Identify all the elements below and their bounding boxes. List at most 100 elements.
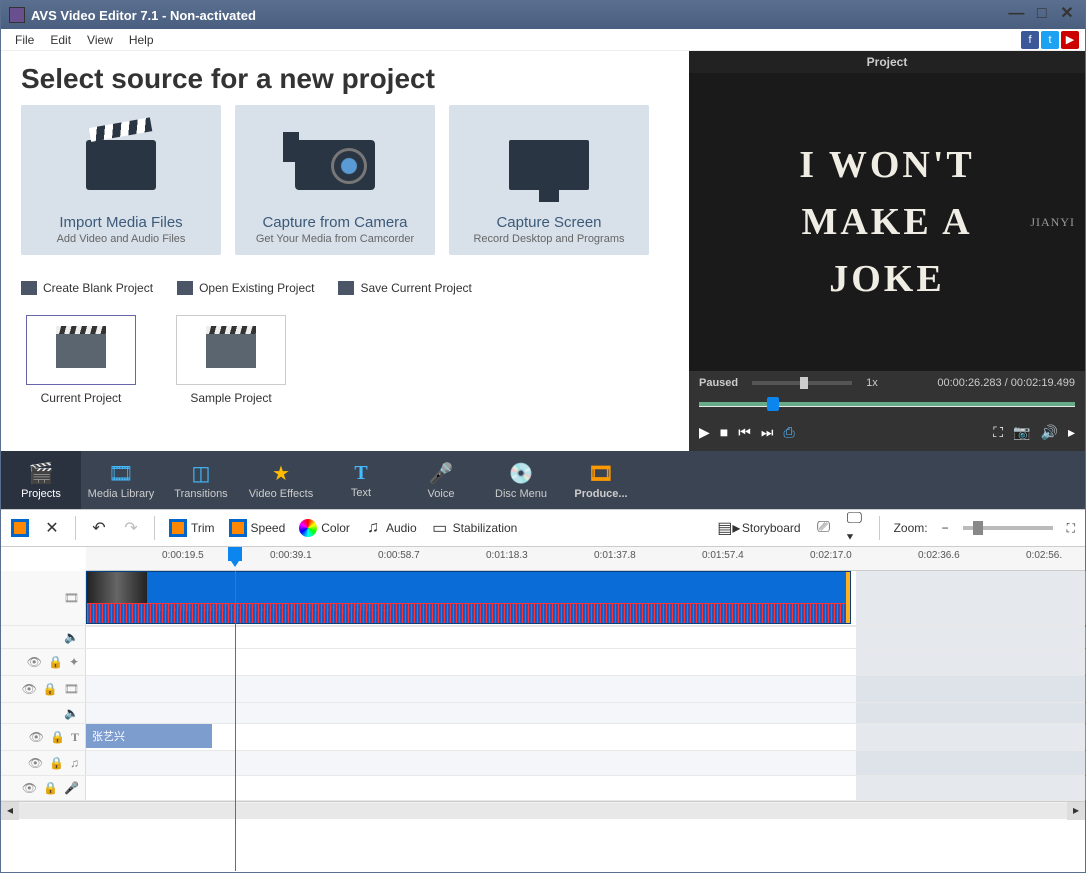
scrub-bar[interactable] bbox=[699, 402, 1075, 407]
play-button[interactable]: ▶ bbox=[699, 424, 710, 441]
youtube-icon[interactable]: ▶ bbox=[1061, 31, 1079, 49]
music-note-icon: ♫ bbox=[364, 519, 382, 537]
zoom-fit-button[interactable]: ⛶ bbox=[1067, 521, 1075, 536]
speaker-icon: 🔈 bbox=[64, 630, 79, 644]
ruler-tick: 0:00:39.1 bbox=[270, 550, 312, 561]
eye-icon[interactable]: 👁 bbox=[22, 781, 37, 795]
menu-view[interactable]: View bbox=[79, 31, 121, 49]
display-menu-button[interactable]: 🖵▾ bbox=[847, 519, 865, 537]
menubar: File Edit View Help f t ▶ bbox=[1, 29, 1085, 51]
snapshot-button[interactable]: 📷 bbox=[1013, 424, 1030, 441]
timeline: 0:00:19.5 0:00:39.1 0:00:58.7 0:01:18.3 … bbox=[1, 547, 1085, 819]
source-heading: Select source for a new project bbox=[21, 63, 669, 95]
close-button[interactable]: ✕ bbox=[1057, 6, 1077, 24]
card-capture-screen[interactable]: Capture Screen Record Desktop and Progra… bbox=[449, 105, 649, 255]
timeline-toolbar: ✕ ↶ ↷ Trim Speed Color ♫Audio ▭Stabiliza… bbox=[1, 509, 1085, 547]
eye-icon[interactable]: 👁 bbox=[28, 756, 43, 770]
maximize-button[interactable]: □ bbox=[1032, 6, 1052, 24]
clip-waveform bbox=[87, 603, 850, 623]
clip-thumbnail bbox=[87, 572, 147, 604]
source-panel: Select source for a new project Import M… bbox=[1, 51, 689, 451]
redo-button[interactable]: ↷ bbox=[122, 519, 140, 537]
audio-button[interactable]: ♫Audio bbox=[364, 519, 417, 537]
preview-watermark: JIANYI bbox=[1030, 213, 1075, 231]
playback-speed: 1x bbox=[866, 377, 878, 389]
menu-edit[interactable]: Edit bbox=[42, 31, 79, 49]
ruler-tick: 0:01:37.8 bbox=[594, 550, 636, 561]
tab-disc-menu[interactable]: 💿Disc Menu bbox=[481, 451, 561, 509]
delete-button[interactable]: ✕ bbox=[43, 519, 61, 537]
storyboard-button[interactable]: ▤▸Storyboard bbox=[720, 519, 801, 537]
lock-icon[interactable]: 🔒 bbox=[43, 682, 58, 696]
save-current-project[interactable]: Save Current Project bbox=[338, 281, 471, 295]
folder-icon bbox=[177, 281, 193, 295]
film-icon bbox=[11, 519, 29, 537]
tab-text[interactable]: TText bbox=[321, 451, 401, 509]
speed-button[interactable]: Speed bbox=[229, 519, 286, 537]
speaker-icon: 🔈 bbox=[64, 706, 79, 720]
playhead-handle[interactable] bbox=[228, 547, 242, 561]
prev-frame-button[interactable]: ⏮ bbox=[738, 424, 751, 441]
eye-icon[interactable]: 👁 bbox=[29, 730, 44, 744]
zoom-slider[interactable] bbox=[963, 526, 1053, 530]
horizontal-scrollbar[interactable]: ◂ ▸ bbox=[1, 801, 1085, 819]
video-clip[interactable]: fcCWIEkdlx07CFrP1wGk01041200KgvX0E010 bbox=[86, 571, 851, 624]
tab-projects[interactable]: 🎬Projects bbox=[1, 451, 81, 509]
tab-video-effects[interactable]: ★Video Effects bbox=[241, 451, 321, 509]
minimize-button[interactable]: — bbox=[1006, 6, 1026, 24]
thumb-sample-project[interactable]: Sample Project bbox=[171, 315, 291, 405]
menu-file[interactable]: File bbox=[7, 31, 42, 49]
preview-viewport[interactable]: I WON'T MAKE A JOKE JIANYI bbox=[689, 73, 1085, 371]
tab-transitions[interactable]: ◫Transitions bbox=[161, 451, 241, 509]
stabilization-icon: ▭ bbox=[431, 519, 449, 537]
card-subtitle: Add Video and Audio Files bbox=[57, 233, 186, 245]
eye-icon[interactable]: 👁 bbox=[22, 682, 37, 696]
overlay-track-icon: 🎞 bbox=[64, 682, 79, 696]
playback-status: Paused bbox=[699, 377, 738, 389]
text-clip[interactable]: 张艺兴 bbox=[86, 724, 212, 748]
stop-button[interactable]: ■ bbox=[720, 424, 728, 440]
card-import-media[interactable]: Import Media Files Add Video and Audio F… bbox=[21, 105, 221, 255]
color-wheel-icon bbox=[299, 519, 317, 537]
twitter-icon[interactable]: t bbox=[1041, 31, 1059, 49]
monitor-icon: 🖵▾ bbox=[847, 519, 865, 537]
scroll-left-button[interactable]: ◂ bbox=[1, 802, 19, 820]
fullscreen-button[interactable]: ⛶ bbox=[993, 424, 1003, 441]
eye-icon[interactable]: 👁 bbox=[27, 655, 42, 669]
redo-icon: ↷ bbox=[122, 519, 140, 537]
create-blank-project[interactable]: Create Blank Project bbox=[21, 281, 153, 295]
tab-produce[interactable]: 🎞Produce... bbox=[561, 451, 641, 509]
lock-icon[interactable]: 🔒 bbox=[48, 655, 63, 669]
stabilization-button[interactable]: ▭Stabilization bbox=[431, 519, 518, 537]
lock-icon[interactable]: 🔒 bbox=[50, 730, 65, 744]
open-existing-project[interactable]: Open Existing Project bbox=[177, 281, 314, 295]
save-icon bbox=[338, 281, 354, 295]
card-capture-camera[interactable]: Capture from Camera Get Your Media from … bbox=[235, 105, 435, 255]
video-track-icon: 🎞 bbox=[64, 591, 79, 605]
split-button[interactable]: ⎙ bbox=[783, 424, 794, 441]
more-button[interactable]: ▸ bbox=[1068, 424, 1075, 441]
next-frame-button[interactable]: ⏭ bbox=[761, 424, 774, 441]
menu-help[interactable]: Help bbox=[121, 31, 162, 49]
thumb-current-project[interactable]: Current Project bbox=[21, 315, 141, 405]
facebook-icon[interactable]: f bbox=[1021, 31, 1039, 49]
zoom-out-button[interactable]: − bbox=[942, 521, 949, 535]
color-button[interactable]: Color bbox=[299, 519, 350, 537]
time-ruler[interactable]: 0:00:19.5 0:00:39.1 0:00:58.7 0:01:18.3 … bbox=[86, 547, 1085, 571]
lock-icon[interactable]: 🔒 bbox=[49, 756, 64, 770]
clip-properties-button[interactable] bbox=[11, 519, 29, 537]
speed-slider[interactable] bbox=[752, 381, 852, 385]
music-track-icon: ♫ bbox=[70, 756, 79, 770]
undo-button[interactable]: ↶ bbox=[90, 519, 108, 537]
lock-icon[interactable]: 🔒 bbox=[43, 781, 58, 795]
volume-button[interactable]: 🔊 bbox=[1041, 424, 1058, 441]
tab-voice[interactable]: 🎤Voice bbox=[401, 451, 481, 509]
microphone-track-icon: 🎤 bbox=[64, 781, 79, 795]
audio-mix-button[interactable]: ⎚ bbox=[815, 519, 833, 537]
scroll-right-button[interactable]: ▸ bbox=[1067, 802, 1085, 820]
tab-media-library[interactable]: 🎞Media Library bbox=[81, 451, 161, 509]
ruler-tick: 0:01:57.4 bbox=[702, 550, 744, 561]
playback-time: 00:00:26.283 / 00:02:19.499 bbox=[937, 377, 1075, 389]
x-icon: ✕ bbox=[43, 519, 61, 537]
trim-button[interactable]: Trim bbox=[169, 519, 215, 537]
